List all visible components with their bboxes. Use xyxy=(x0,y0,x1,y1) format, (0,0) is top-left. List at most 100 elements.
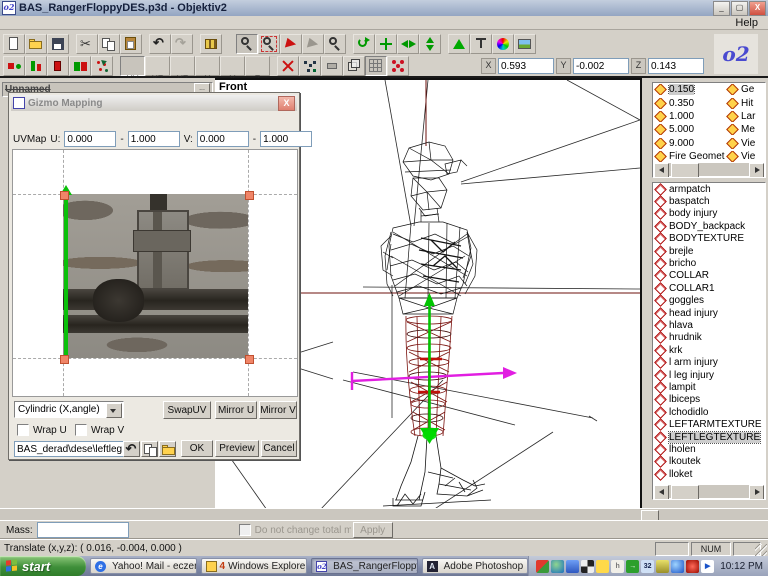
maximize-button[interactable]: ▢ xyxy=(731,1,748,16)
selection-list-item[interactable]: body injury xyxy=(653,208,765,220)
path-file-icon[interactable] xyxy=(141,441,158,457)
preview-button[interactable]: Preview xyxy=(215,440,259,457)
gizmo-handle-tr[interactable] xyxy=(245,191,254,200)
apply-button[interactable]: Apply xyxy=(353,522,393,538)
gizmo-v-axis-arrow[interactable] xyxy=(64,194,68,358)
faces-mode-icon[interactable] xyxy=(47,56,69,76)
selection-list-item[interactable]: head injury xyxy=(653,307,765,319)
gizmo-handle-br[interactable] xyxy=(245,355,254,364)
toolbar-button[interactable] xyxy=(346,34,353,54)
texture-path-input[interactable] xyxy=(14,441,126,457)
z-coord-input[interactable] xyxy=(648,58,704,74)
color-wheel-icon[interactable] xyxy=(492,34,514,54)
selection-list-item[interactable]: lchodidlo xyxy=(653,406,765,418)
gizmo-handle-bl[interactable] xyxy=(60,355,69,364)
axis-x-button[interactable]: X xyxy=(195,56,220,76)
selection-list-item[interactable]: BODYTEXTURE xyxy=(653,233,765,245)
selection-list-item[interactable]: lkoutek xyxy=(653,456,765,468)
redo-icon[interactable] xyxy=(171,34,193,54)
selection-list-item[interactable]: l leg injury xyxy=(653,369,765,381)
task-yahoo-mail[interactable]: e Yahoo! Mail - eczer... xyxy=(90,558,197,574)
tray-message-icon[interactable] xyxy=(596,560,609,573)
selection-list-item[interactable]: baspatch xyxy=(653,195,765,207)
rotate-green-icon[interactable] xyxy=(353,34,375,54)
move-cross-icon[interactable] xyxy=(375,34,397,54)
show-points-icon[interactable] xyxy=(299,56,321,76)
close-button[interactable]: X xyxy=(749,1,766,16)
open-file-icon[interactable] xyxy=(25,34,47,54)
selection-list-item[interactable]: l arm injury xyxy=(653,356,765,368)
projection-select[interactable]: Cylindric (X,angle) xyxy=(14,401,124,418)
selection-list-item[interactable]: hrudnik xyxy=(653,332,765,344)
box-3d-icon[interactable] xyxy=(343,56,365,76)
tray-card-icon[interactable] xyxy=(656,560,669,573)
axis-y-button[interactable]: Y xyxy=(220,56,245,76)
toolbar-button[interactable] xyxy=(193,34,200,54)
lod-row[interactable]: Fire Geometry Vie xyxy=(653,150,765,163)
mirror-v-button[interactable]: Mirror V xyxy=(259,401,297,419)
ik-chain-icon[interactable] xyxy=(470,34,492,54)
selection-list-item[interactable]: BODY_backpack xyxy=(653,220,765,232)
selection-list-item[interactable]: lholen xyxy=(653,443,765,455)
cancel-button[interactable]: Cancel xyxy=(261,440,297,457)
zoom-icon[interactable] xyxy=(324,34,346,54)
task-windows-explorer[interactable]: 4 Windows Explorer xyxy=(201,558,308,574)
uv-preview-area[interactable] xyxy=(12,149,298,397)
toolbar-button[interactable] xyxy=(142,34,149,54)
scale-triangles-icon[interactable] xyxy=(397,34,419,54)
selection-list-item[interactable]: COLLAR xyxy=(653,270,765,282)
tray-red-green-icon[interactable] xyxy=(536,560,549,573)
toolbar-button[interactable] xyxy=(441,34,448,54)
wrap-v-checkbox[interactable]: Wrap V xyxy=(75,424,124,436)
selection-list-item[interactable]: bricho xyxy=(653,257,765,269)
selection-list-item[interactable]: lbiceps xyxy=(653,394,765,406)
tray-virus-scan-icon[interactable] xyxy=(686,560,699,573)
scroll-left-icon[interactable] xyxy=(654,163,669,178)
selection-list-item[interactable]: LEFTLEGTEXTURE xyxy=(653,431,765,443)
tray-globe-icon[interactable] xyxy=(551,560,564,573)
bars-mode-icon[interactable] xyxy=(25,56,47,76)
hide-selection-icon[interactable] xyxy=(277,56,299,76)
selection-list-item[interactable]: brejle xyxy=(653,245,765,257)
minimize-button[interactable]: _ xyxy=(713,1,730,16)
isolate-triangle-icon[interactable] xyxy=(448,34,470,54)
lod-list[interactable]: 0.150 Ge 0.350 Hit 1.000 Lar xyxy=(652,82,766,178)
selection-list-item[interactable]: lloket xyxy=(653,468,765,480)
texture-image-icon[interactable] xyxy=(514,34,536,54)
path-back-icon[interactable] xyxy=(123,441,140,457)
lod-row[interactable]: 0.350 Hit xyxy=(653,96,765,109)
ok-button[interactable]: OK xyxy=(181,440,213,457)
objects-mode-icon[interactable] xyxy=(69,56,91,76)
selection-list-item[interactable]: krk xyxy=(653,344,765,356)
scroll-right-icon[interactable] xyxy=(749,485,764,500)
selection-list-item[interactable]: armpatch xyxy=(653,183,765,195)
paste-icon[interactable] xyxy=(120,34,142,54)
tray-temperature-icon[interactable]: 32 xyxy=(641,560,654,573)
u-max-input[interactable] xyxy=(128,131,180,147)
task-objektiv2[interactable]: o2 BAS_RangerFloppy... xyxy=(311,558,418,574)
selection-list-item[interactable]: COLLAR1 xyxy=(653,282,765,294)
gizmo-mapping-dialog[interactable]: Gizmo Mapping X UVMap U: - V: - xyxy=(8,92,300,460)
scatter-red-icon[interactable] xyxy=(387,56,409,76)
named-selection-list[interactable]: armpatch baspatch body injury xyxy=(652,182,766,500)
toolbar-button[interactable] xyxy=(113,56,120,76)
browse-folder-icon[interactable] xyxy=(159,441,176,457)
v-min-input[interactable] xyxy=(197,131,249,147)
dialog-title-bar[interactable]: Gizmo Mapping X xyxy=(11,95,297,111)
wrap-u-checkbox[interactable]: Wrap U xyxy=(17,424,67,436)
x-coord-input[interactable] xyxy=(498,58,554,74)
points-mode-icon[interactable] xyxy=(3,56,25,76)
lod-row[interactable]: 9.000 Vie xyxy=(653,137,765,150)
selection-list-item[interactable]: goggles xyxy=(653,295,765,307)
chip-icon[interactable] xyxy=(321,56,343,76)
lod-row[interactable]: 1.000 Lar xyxy=(653,110,765,123)
plane-xz-button[interactable]: XZ xyxy=(145,56,170,76)
task-adobe-photoshop[interactable]: A Adobe Photoshop xyxy=(422,558,529,574)
toolbar-button[interactable] xyxy=(222,34,229,54)
resize-grip[interactable] xyxy=(755,544,767,556)
mirror-u-button[interactable]: Mirror U xyxy=(215,401,257,419)
tray-monitors-icon[interactable] xyxy=(566,560,579,573)
tray-hand-icon[interactable]: h xyxy=(611,560,624,573)
tray-media-player-icon[interactable]: ▶ xyxy=(701,560,714,573)
dialog-close-icon[interactable]: X xyxy=(278,96,295,111)
